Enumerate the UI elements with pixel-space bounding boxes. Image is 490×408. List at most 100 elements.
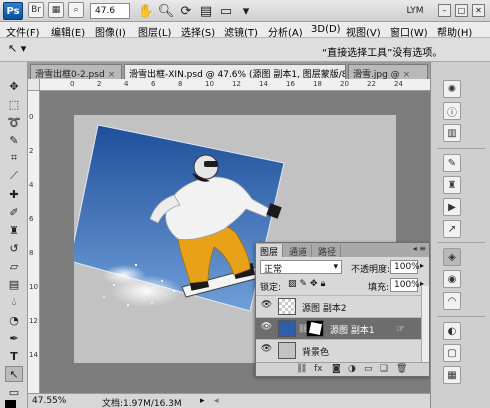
menu-3d[interactable]: 3D(D) bbox=[311, 24, 341, 35]
status-zoom[interactable]: 47.55% bbox=[32, 396, 66, 406]
dodge-tool-icon[interactable]: ◔ bbox=[5, 312, 23, 328]
blend-mode-select[interactable]: 正常 ▾ bbox=[260, 260, 342, 275]
maximize-icon[interactable]: □ bbox=[455, 4, 468, 17]
marquee-tool-icon[interactable]: ⬚ bbox=[5, 96, 23, 112]
pen-tool-icon[interactable]: ✒ bbox=[5, 330, 23, 346]
delete-layer-icon[interactable]: 🗑︎ bbox=[396, 364, 407, 374]
close-tab-icon[interactable]: × bbox=[108, 70, 116, 79]
vertical-ruler[interactable]: 0 2 4 6 8 10 12 14 bbox=[28, 91, 40, 393]
zoom-level-field[interactable]: 47.6 bbox=[90, 3, 130, 19]
menu-layer[interactable]: 图层(L) bbox=[138, 24, 171, 39]
opacity-label: 不透明度: bbox=[351, 265, 391, 275]
layers-scrollbar[interactable] bbox=[421, 286, 429, 362]
lock-options-icon[interactable]: ▨✎✥🔒︎ bbox=[288, 279, 328, 289]
visibility-eye-icon[interactable]: 👁︎ bbox=[260, 300, 273, 313]
direct-selection-tool-icon[interactable]: ↖ bbox=[5, 366, 23, 382]
ruler-tick-label: 8 bbox=[29, 249, 34, 257]
shape-tool-icon[interactable]: ▭ bbox=[5, 384, 23, 400]
histogram-panel-icon[interactable]: ▥ bbox=[443, 124, 461, 142]
visibility-eye-icon[interactable]: 👁︎ bbox=[260, 344, 273, 357]
user-name: LYM bbox=[406, 6, 424, 16]
link-layers-icon[interactable]: ⛓ bbox=[296, 364, 307, 374]
info-panel-icon[interactable]: ⓘ bbox=[443, 102, 461, 120]
tab-channels[interactable]: 通道 bbox=[285, 244, 313, 258]
layer-row[interactable]: 👁︎ 背景色 bbox=[256, 339, 429, 361]
menu-select[interactable]: 选择(S) bbox=[181, 24, 215, 39]
close-tab-icon[interactable]: × bbox=[403, 70, 411, 79]
clone-source-icon[interactable]: ♜ bbox=[443, 176, 461, 194]
tab-paths[interactable]: 路径 bbox=[314, 244, 342, 258]
ruler-tick-label: 14 bbox=[29, 351, 38, 359]
opacity-slider-icon[interactable]: ▸ bbox=[420, 261, 424, 270]
horizontal-ruler[interactable]: 0 2 4 6 8 10 12 14 16 18 20 22 24 bbox=[40, 79, 430, 91]
crop-tool-icon[interactable]: ⌗ bbox=[5, 150, 23, 166]
styles-panel-icon[interactable]: ▦ bbox=[443, 366, 461, 384]
ruler-tick-label: 24 bbox=[394, 80, 403, 88]
blur-tool-icon[interactable]: 💧︎ bbox=[5, 294, 23, 310]
menu-analysis[interactable]: 分析(A) bbox=[268, 24, 303, 39]
rotate-view-icon[interactable]: ⟳ bbox=[178, 2, 194, 20]
brush-presets-icon[interactable]: ✎ bbox=[443, 154, 461, 172]
visibility-eye-icon[interactable]: 👁︎ bbox=[260, 322, 273, 335]
navigator-panel-icon[interactable]: ✺ bbox=[443, 80, 461, 98]
menu-help[interactable]: 帮助(H) bbox=[437, 24, 472, 39]
adjustments-panel-icon[interactable]: ◐ bbox=[443, 322, 461, 340]
arrange-documents-icon[interactable]: ▤ bbox=[198, 2, 214, 20]
horizontal-scrollbar-left-icon[interactable]: ◂ bbox=[214, 396, 219, 406]
zoom-preset-icon[interactable]: ⌕ bbox=[68, 2, 84, 18]
foreground-color-swatch[interactable] bbox=[5, 400, 16, 408]
tab-document-1[interactable]: 滑雪出框0-2.psd × bbox=[30, 64, 122, 79]
type-tool-icon[interactable]: T bbox=[5, 348, 23, 364]
tool-presets-icon[interactable]: ↗ bbox=[443, 220, 461, 238]
lasso-tool-icon[interactable]: ➰ bbox=[5, 114, 23, 130]
new-group-icon[interactable]: ▭ bbox=[364, 364, 373, 374]
actions-panel-icon[interactable]: ▶ bbox=[443, 198, 461, 216]
screen-mode-icon[interactable]: ▭ bbox=[218, 2, 234, 20]
tab-document-2[interactable]: 滑雪出框-XIN.psd @ 47.6% (源图 副本1, 图层蒙版/8) *× bbox=[124, 64, 346, 79]
ruler-origin[interactable] bbox=[28, 79, 40, 91]
layers-panel-icon[interactable]: ◈ bbox=[443, 248, 461, 266]
panel-menu-icon[interactable]: ◂ ≡ bbox=[413, 244, 426, 253]
clone-stamp-tool-icon[interactable]: ♜ bbox=[5, 222, 23, 238]
view-extras-icon[interactable]: ▦ bbox=[48, 2, 64, 18]
tab-document-3[interactable]: 滑雪.jpg @ × bbox=[348, 64, 428, 79]
ruler-tick-label: 2 bbox=[29, 147, 34, 155]
fill-field[interactable]: 100% bbox=[390, 278, 420, 292]
eyedropper-tool-icon[interactable]: ⟋ bbox=[5, 168, 23, 184]
menu-file[interactable]: 文件(F) bbox=[6, 24, 40, 39]
masks-panel-icon[interactable]: ▢ bbox=[443, 344, 461, 362]
history-brush-tool-icon[interactable]: ↺ bbox=[5, 240, 23, 256]
paths-panel-icon[interactable]: ◠ bbox=[443, 292, 461, 310]
move-tool-icon[interactable]: ✥ bbox=[5, 78, 23, 94]
menu-edit[interactable]: 编辑(E) bbox=[51, 24, 85, 39]
ruler-tick-label: 12 bbox=[232, 80, 241, 88]
opacity-field[interactable]: 100% bbox=[390, 260, 420, 274]
goggles bbox=[204, 161, 218, 167]
gradient-tool-icon[interactable]: ▤ bbox=[5, 276, 23, 292]
add-mask-icon[interactable]: ◙ bbox=[332, 364, 341, 374]
adjustment-layer-icon[interactable]: ◑ bbox=[348, 364, 356, 374]
direct-selection-tool-preset[interactable]: ↖ ▾ bbox=[8, 42, 36, 58]
menu-image[interactable]: 图像(I) bbox=[95, 24, 126, 39]
layer-row[interactable]: 👁︎ 源图 副本2 bbox=[256, 295, 429, 317]
healing-brush-tool-icon[interactable]: ✚ bbox=[5, 186, 23, 202]
status-arrow-icon[interactable]: ▸ bbox=[200, 396, 205, 406]
new-layer-icon[interactable]: ❏ bbox=[380, 364, 388, 374]
quick-selection-tool-icon[interactable]: ✎ bbox=[5, 132, 23, 148]
minimize-icon[interactable]: – bbox=[438, 4, 451, 17]
layer-row-selected[interactable]: 👁︎ ⛓ 源图 副本1 ☞ bbox=[256, 317, 429, 339]
layer-mask-thumbnail[interactable] bbox=[306, 320, 324, 337]
brush-tool-icon[interactable]: ✐ bbox=[5, 204, 23, 220]
menu-view[interactable]: 视图(V) bbox=[346, 24, 381, 39]
layer-style-icon[interactable]: fx bbox=[314, 364, 323, 374]
bridge-icon[interactable]: Br bbox=[28, 2, 44, 18]
menu-window[interactable]: 窗口(W) bbox=[390, 24, 428, 39]
hand-tool-icon[interactable]: ✋ bbox=[138, 2, 154, 20]
zoom-tool-icon[interactable]: 🔍︎ bbox=[158, 2, 175, 20]
close-icon[interactable]: ✕ bbox=[472, 4, 485, 17]
eraser-tool-icon[interactable]: ▱ bbox=[5, 258, 23, 274]
menu-filter[interactable]: 滤镜(T) bbox=[224, 24, 258, 39]
dropdown-icon[interactable]: ▾ bbox=[238, 2, 254, 20]
channels-panel-icon[interactable]: ◉ bbox=[443, 270, 461, 288]
tab-layers[interactable]: 图层 bbox=[256, 244, 284, 258]
